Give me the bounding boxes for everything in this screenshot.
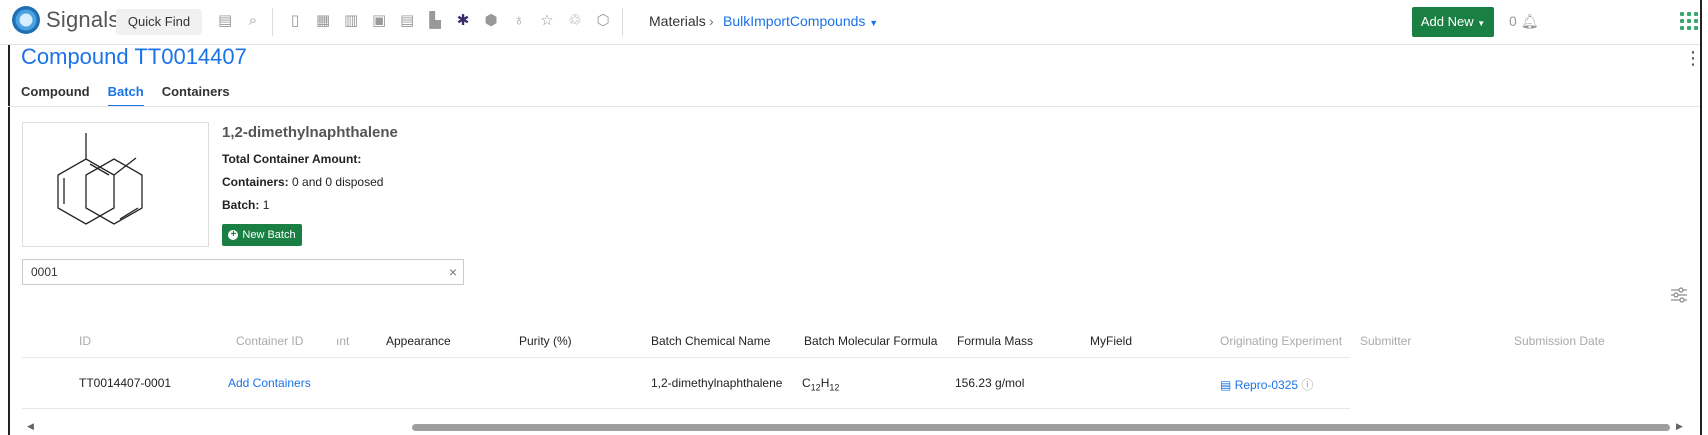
save-icon[interactable]: ▤: [218, 13, 232, 29]
cube-icon[interactable]: ⬡: [596, 13, 610, 29]
breadcrumb-materials[interactable]: Materials: [649, 13, 706, 29]
apps-grid-icon[interactable]: [1680, 12, 1698, 30]
header-formula-mass[interactable]: Formula Mass: [957, 334, 1033, 348]
header-myfield[interactable]: MyField: [1090, 334, 1132, 348]
search-icon[interactable]: ⌕: [246, 13, 260, 29]
tab-divider: [8, 106, 1700, 107]
chevron-down-icon: ▼: [1477, 19, 1486, 28]
tab-bar: Compound Batch Containers: [21, 84, 230, 107]
notifications[interactable]: 0 🔔︎: [1509, 13, 1538, 30]
info-icon[interactable]: ⓘ: [1301, 378, 1313, 392]
header-container-id[interactable]: Container ID: [236, 334, 303, 348]
network-icon[interactable]: ✱: [456, 13, 470, 29]
total-container-amount: Total Container Amount:: [222, 152, 362, 166]
header-submitter[interactable]: Submitter: [1360, 334, 1411, 348]
tab-containers[interactable]: Containers: [162, 84, 230, 107]
breadcrumb-current[interactable]: BulkImportCompounds ▼: [723, 13, 878, 29]
cell-batch-chemical-name: 1,2-dimethylnaphthalene: [651, 376, 783, 390]
app-name: Signals: [46, 7, 120, 32]
notebook-icon: ▤: [1220, 378, 1232, 392]
scrollbar-thumb[interactable]: [412, 424, 1670, 431]
batch-search-input[interactable]: 0001 ×: [22, 259, 464, 285]
message-icon[interactable]: ▣: [372, 13, 386, 29]
cell-formula-mass: 156.23 g/mol: [955, 376, 1025, 390]
request-icon[interactable]: ▤: [400, 13, 414, 29]
scroll-right-icon[interactable]: ▶: [1676, 421, 1683, 432]
table-header-divider: [22, 357, 1350, 358]
plus-circle-icon: +: [228, 230, 239, 240]
clipboard-icon[interactable]: ▦: [316, 13, 330, 29]
toolbar-divider: [622, 8, 623, 36]
column-settings-icon[interactable]: [1670, 287, 1688, 303]
containers-summary: Containers: 0 and 0 disposed: [222, 175, 384, 189]
header-submission-date[interactable]: Submission Date: [1514, 334, 1605, 348]
scroll-left-icon[interactable]: ◀: [27, 421, 34, 432]
cell-originating-experiment[interactable]: ▤ Repro-0325 ⓘ: [1220, 376, 1313, 393]
notebook-icon[interactable]: ▯: [288, 13, 302, 29]
hexagon-icon[interactable]: ⬢: [484, 13, 498, 29]
breadcrumb-separator-icon: ›: [709, 13, 714, 29]
compound-name: 1,2-dimethylnaphthalene: [222, 124, 398, 141]
window-left-border: [0, 0, 10, 435]
inventory-icon[interactable]: ▙: [428, 13, 442, 29]
app-logo[interactable]: Signals: [12, 6, 120, 34]
toolbar-divider: [272, 8, 273, 36]
notification-count: 0: [1509, 13, 1517, 29]
new-batch-button[interactable]: + New Batch: [222, 224, 302, 246]
batch-count: Batch: 1: [222, 198, 270, 212]
header-batch-molecular-formula[interactable]: Batch Molecular Formula: [804, 334, 937, 348]
add-containers-link[interactable]: Add Containers: [228, 376, 311, 390]
header-id[interactable]: ID: [79, 334, 91, 348]
people-icon[interactable]: ♲: [568, 13, 582, 29]
chevron-down-icon: ▼: [869, 18, 879, 28]
signals-logo-icon: [12, 6, 40, 34]
table-row-divider: [22, 408, 1350, 409]
quick-find-button[interactable]: Quick Find: [116, 9, 202, 35]
cell-id[interactable]: TT0014407-0001: [79, 376, 171, 390]
calendar-icon[interactable]: ▥: [344, 13, 358, 29]
molecule-drawing: [57, 133, 143, 225]
clear-search-icon[interactable]: ×: [449, 260, 457, 284]
header-purity[interactable]: Purity (%): [519, 334, 572, 348]
header-appearance[interactable]: Appearance: [386, 334, 451, 348]
header-batch-chemical-name[interactable]: Batch Chemical Name: [651, 334, 770, 348]
flask-icon[interactable]: ♁: [512, 13, 526, 29]
header-originating-experiment[interactable]: Originating Experiment: [1220, 334, 1342, 348]
star-icon[interactable]: ☆: [540, 13, 554, 29]
compound-structure-image[interactable]: [22, 122, 209, 247]
add-new-button[interactable]: Add New ▼: [1412, 7, 1494, 37]
tab-compound[interactable]: Compound: [21, 84, 90, 107]
tab-batch[interactable]: Batch: [107, 84, 144, 107]
page-title: Compound TT0014407: [21, 44, 247, 69]
bell-icon: 🔔︎: [1520, 13, 1539, 29]
header-amount[interactable]: ınt: [336, 334, 349, 348]
window-right-border: [1700, 0, 1708, 435]
cell-batch-molecular-formula: C12H12: [802, 376, 840, 393]
